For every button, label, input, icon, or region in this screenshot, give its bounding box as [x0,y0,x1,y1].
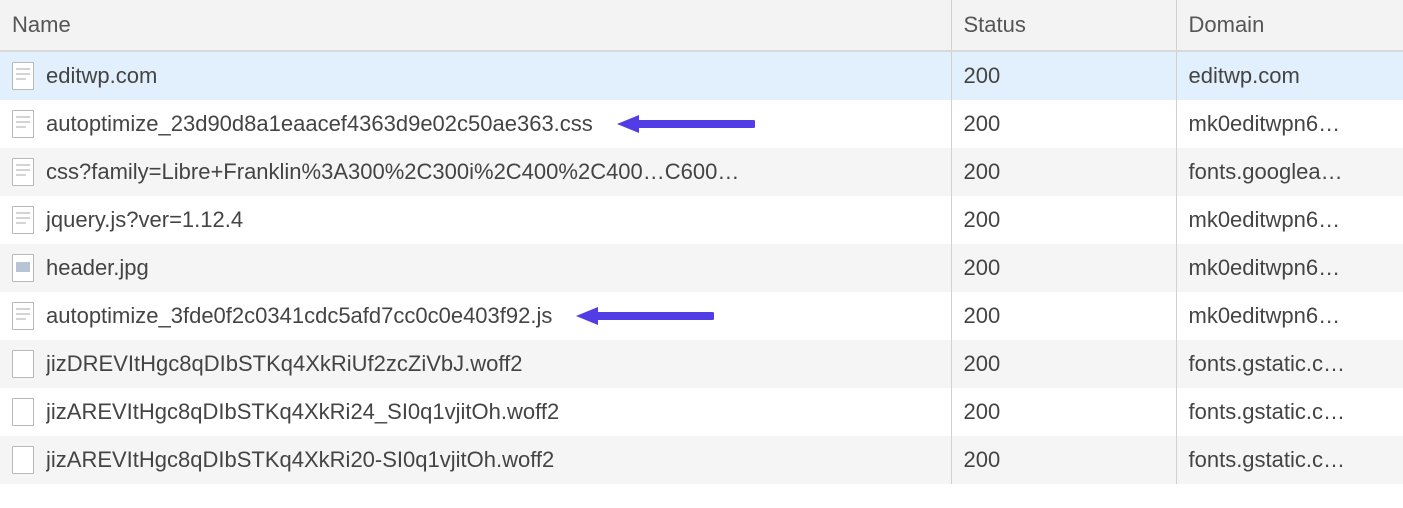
table-row[interactable]: autoptimize_3fde0f2c0341cdc5afd7cc0c0e40… [0,292,1403,340]
table-row[interactable]: jquery.js?ver=1.12.4 200mk0editwpn6… [0,196,1403,244]
cell-status: 200 [951,436,1176,484]
file-name: jizDREVItHgc8qDIbSTKq4XkRiUf2zcZiVbJ.wof… [46,351,522,377]
cell-status: 200 [951,244,1176,292]
table-row[interactable]: css?family=Libre+Franklin%3A300%2C300i%2… [0,148,1403,196]
arrow-left-icon [574,305,714,327]
cell-name[interactable]: css?family=Libre+Franklin%3A300%2C300i%2… [0,148,951,196]
cell-name[interactable]: jizAREVItHgc8qDIbSTKq4XkRi20-SI0q1vjitOh… [0,436,951,484]
file-icon [12,254,34,282]
cell-status: 200 [951,292,1176,340]
file-name: header.jpg [46,255,149,281]
network-table: Name Status Domain editwp.com200editwp.c… [0,0,1403,484]
file-icon [12,206,34,234]
table-row[interactable]: editwp.com200editwp.com [0,51,1403,100]
cell-status: 200 [951,388,1176,436]
file-icon [12,62,34,90]
file-name: autoptimize_3fde0f2c0341cdc5afd7cc0c0e40… [46,303,552,329]
table-row[interactable]: autoptimize_23d90d8a1eaacef4363d9e02c50a… [0,100,1403,148]
cell-domain: fonts.googlea… [1176,148,1403,196]
file-name: autoptimize_23d90d8a1eaacef4363d9e02c50a… [46,111,593,137]
cell-name[interactable]: jizDREVItHgc8qDIbSTKq4XkRiUf2zcZiVbJ.wof… [0,340,951,388]
file-name: css?family=Libre+Franklin%3A300%2C300i%2… [46,159,739,185]
file-icon [12,446,34,474]
cell-name[interactable]: editwp.com [0,51,951,100]
cell-domain: editwp.com [1176,51,1403,100]
cell-name[interactable]: autoptimize_3fde0f2c0341cdc5afd7cc0c0e40… [0,292,951,340]
column-header-domain[interactable]: Domain [1176,0,1403,51]
file-name: editwp.com [46,63,157,89]
file-name: jizAREVItHgc8qDIbSTKq4XkRi20-SI0q1vjitOh… [46,447,554,473]
file-icon [12,398,34,426]
table-row[interactable]: jizAREVItHgc8qDIbSTKq4XkRi24_SI0q1vjitOh… [0,388,1403,436]
column-header-name[interactable]: Name [0,0,951,51]
cell-name[interactable]: jizAREVItHgc8qDIbSTKq4XkRi24_SI0q1vjitOh… [0,388,951,436]
column-header-status[interactable]: Status [951,0,1176,51]
cell-domain: fonts.gstatic.c… [1176,436,1403,484]
table-row[interactable]: jizAREVItHgc8qDIbSTKq4XkRi20-SI0q1vjitOh… [0,436,1403,484]
table-row[interactable]: jizDREVItHgc8qDIbSTKq4XkRiUf2zcZiVbJ.wof… [0,340,1403,388]
arrow-left-icon [615,113,755,135]
cell-domain: fonts.gstatic.c… [1176,388,1403,436]
cell-status: 200 [951,340,1176,388]
file-name: jizAREVItHgc8qDIbSTKq4XkRi24_SI0q1vjitOh… [46,399,559,425]
file-icon [12,350,34,378]
cell-name[interactable]: header.jpg [0,244,951,292]
table-row[interactable]: header.jpg 200mk0editwpn6… [0,244,1403,292]
cell-domain: mk0editwpn6… [1176,100,1403,148]
cell-status: 200 [951,148,1176,196]
table-header-row: Name Status Domain [0,0,1403,51]
file-icon [12,158,34,186]
cell-status: 200 [951,196,1176,244]
file-icon [12,302,34,330]
file-icon [12,110,34,138]
cell-domain: mk0editwpn6… [1176,244,1403,292]
cell-domain: mk0editwpn6… [1176,292,1403,340]
cell-name[interactable]: jquery.js?ver=1.12.4 [0,196,951,244]
cell-status: 200 [951,51,1176,100]
file-name: jquery.js?ver=1.12.4 [46,207,243,233]
cell-domain: fonts.gstatic.c… [1176,340,1403,388]
cell-name[interactable]: autoptimize_23d90d8a1eaacef4363d9e02c50a… [0,100,951,148]
cell-status: 200 [951,100,1176,148]
cell-domain: mk0editwpn6… [1176,196,1403,244]
